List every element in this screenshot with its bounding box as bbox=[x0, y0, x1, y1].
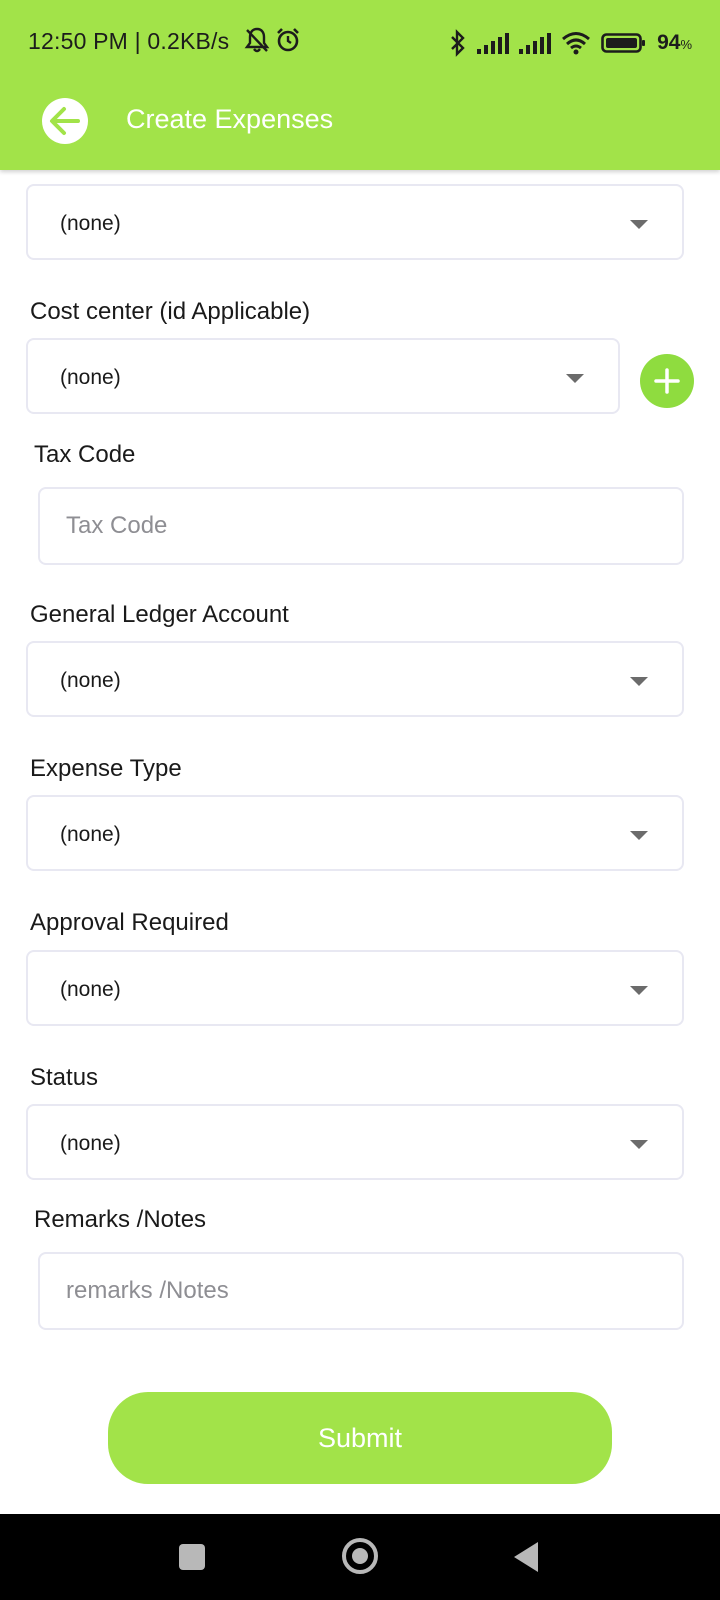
expense-type-value: (none) bbox=[60, 823, 121, 846]
battery-percent: 94 bbox=[657, 31, 681, 54]
signal-icon bbox=[519, 33, 552, 54]
battery-level: 94% bbox=[657, 31, 692, 55]
dropdown-caret-icon bbox=[630, 831, 648, 840]
wifi-icon bbox=[562, 32, 591, 55]
signal-icon bbox=[477, 33, 510, 54]
screen: 12:50 PM | 0.2KB/s 94% Create Expenses (… bbox=[0, 0, 720, 1600]
tax-code-input[interactable] bbox=[38, 487, 684, 565]
tax-code-label: Tax Code bbox=[34, 441, 136, 468]
app-bar: 12:50 PM | 0.2KB/s 94% Create Expenses bbox=[0, 0, 720, 170]
mute-bell-icon bbox=[244, 27, 270, 53]
dropdown-caret-icon bbox=[630, 1140, 648, 1149]
back-button[interactable] bbox=[42, 98, 88, 144]
remarks-label: Remarks /Notes bbox=[34, 1206, 207, 1233]
status-label: Status bbox=[30, 1064, 99, 1091]
cost-center-label: Cost center (id Applicable) bbox=[30, 298, 311, 325]
add-cost-center-button[interactable] bbox=[640, 354, 694, 408]
approval-required-value: (none) bbox=[60, 978, 121, 1001]
arrow-left-icon bbox=[50, 107, 80, 135]
gl-account-select[interactable]: (none) bbox=[26, 641, 684, 717]
gl-account-value: (none) bbox=[60, 669, 121, 692]
dropdown-caret-icon bbox=[630, 677, 648, 686]
system-nav-bar bbox=[0, 1514, 720, 1600]
back-icon[interactable] bbox=[514, 1542, 538, 1572]
battery-unit: % bbox=[680, 37, 692, 52]
battery-icon bbox=[601, 33, 646, 53]
expense-type-select[interactable]: (none) bbox=[26, 795, 684, 871]
dropdown-caret-icon bbox=[630, 220, 648, 229]
page-title: Create Expenses bbox=[126, 104, 334, 134]
approval-required-label: Approval Required bbox=[30, 909, 229, 936]
dropdown-caret-icon bbox=[630, 986, 648, 995]
dropdown-caret-icon bbox=[566, 374, 584, 383]
gl-account-label: General Ledger Account bbox=[30, 601, 289, 628]
status-icons: 94% bbox=[449, 26, 692, 60]
submit-button[interactable]: Submit bbox=[108, 1392, 612, 1484]
status-time: 12:50 PM | 0.2KB/s bbox=[28, 28, 230, 54]
expense-type-label: Expense Type bbox=[30, 755, 182, 782]
cost-center-select[interactable]: (none) bbox=[26, 338, 620, 414]
status-value: (none) bbox=[60, 1132, 121, 1155]
remarks-input[interactable] bbox=[38, 1252, 684, 1330]
bluetooth-icon bbox=[451, 29, 465, 57]
top-select[interactable]: (none) bbox=[26, 184, 684, 260]
recent-apps-icon[interactable] bbox=[179, 1544, 205, 1570]
top-select-value: (none) bbox=[60, 212, 121, 235]
cost-center-value: (none) bbox=[60, 366, 121, 389]
plus-icon bbox=[654, 368, 680, 394]
status-select[interactable]: (none) bbox=[26, 1104, 684, 1180]
approval-required-select[interactable]: (none) bbox=[26, 950, 684, 1026]
alarm-icon bbox=[277, 28, 299, 52]
home-icon[interactable] bbox=[342, 1538, 378, 1574]
